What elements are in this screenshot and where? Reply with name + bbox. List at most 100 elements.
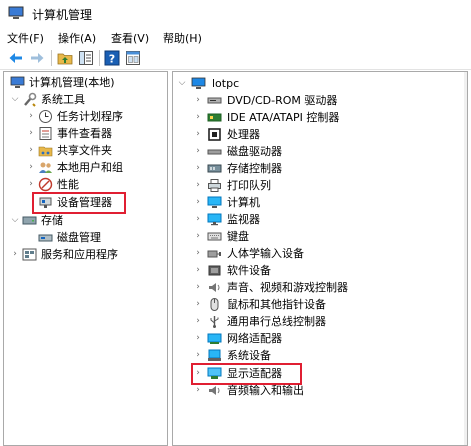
tree-item-root[interactable]: 计算机管理(本地)	[10, 74, 160, 91]
device-category-audio-io[interactable]: › 音频输入和输出	[193, 382, 453, 399]
device-category-label: 键盘	[227, 230, 249, 243]
device-category-label: DVD/CD-ROM 驱动器	[227, 94, 338, 107]
services-icon	[22, 248, 37, 261]
tree-item-label: 服务和应用程序	[41, 248, 118, 261]
expand-chevron-icon[interactable]: ›	[193, 194, 203, 211]
menu-action[interactable]: 操作(A)	[58, 30, 96, 46]
expand-chevron-icon[interactable]: ›	[193, 382, 203, 399]
expand-chevron-icon[interactable]: ›	[193, 109, 203, 126]
help-icon[interactable]: ?	[104, 50, 120, 66]
menu-view[interactable]: 查看(V)	[111, 30, 149, 46]
expand-chevron-icon[interactable]: ›	[193, 296, 203, 313]
device-category-label: 声音、视频和游戏控制器	[227, 281, 348, 294]
device-category-usb[interactable]: › 通用串行总线控制器	[193, 313, 453, 330]
device-category-hid[interactable]: › 人体学输入设备	[193, 245, 453, 262]
printer-icon	[208, 179, 221, 192]
device-tree-root[interactable]: ⌵ lotpc	[177, 75, 447, 92]
tree-item-services-apps[interactable]: › 服务和应用程序	[10, 246, 160, 263]
device-category-network[interactable]: › 网络适配器	[193, 330, 453, 347]
expand-chevron-icon[interactable]: ›	[193, 245, 203, 262]
tree-item-local-users[interactable]: › 本地用户和组	[26, 159, 166, 176]
device-category-dvd[interactable]: › DVD/CD-ROM 驱动器	[193, 92, 453, 109]
speaker-icon	[209, 283, 220, 292]
expand-chevron-icon[interactable]: ›	[193, 126, 203, 143]
device-category-print-queues[interactable]: › 打印队列	[193, 177, 453, 194]
device-category-label: 鼠标和其他指针设备	[227, 298, 326, 311]
tree-item-label: 共享文件夹	[57, 144, 112, 157]
toolbar-separator	[99, 50, 100, 66]
expand-chevron-icon[interactable]: ›	[193, 313, 203, 330]
device-category-processor[interactable]: › 处理器	[193, 126, 453, 143]
tree-item-performance[interactable]: › 性能	[26, 176, 166, 193]
tools-icon	[24, 92, 37, 107]
expand-chevron-icon[interactable]: ›	[193, 92, 203, 109]
device-category-label: 系统设备	[227, 349, 271, 362]
expand-chevron-icon[interactable]: ›	[193, 160, 203, 177]
expand-chevron-icon[interactable]: ›	[193, 262, 203, 279]
tree-item-label: 存储	[41, 214, 63, 227]
software-device-icon	[208, 265, 221, 276]
expand-chevron-icon[interactable]: ›	[193, 347, 203, 364]
device-category-disk-drives[interactable]: › 磁盘驱动器	[193, 143, 453, 160]
mouse-icon	[210, 298, 219, 311]
title-bar: 计算机管理	[0, 0, 471, 27]
computer-management-icon	[10, 76, 25, 88]
computer-name: lotpc	[212, 77, 240, 90]
computer-management-icon	[8, 6, 24, 19]
tree-item-storage[interactable]: ⌵ 存储	[10, 212, 160, 229]
expand-chevron-icon[interactable]: ›	[193, 211, 203, 228]
up-folder-icon[interactable]	[57, 50, 73, 66]
ide-controller-icon	[207, 113, 222, 122]
console-tree-pane[interactable]: 计算机管理(本地) ⌵ 系统工具 › 任务计划程序 › 事件查看器 › 共享文件…	[3, 71, 168, 446]
device-category-software-devices[interactable]: › 软件设备	[193, 262, 453, 279]
users-icon	[39, 162, 52, 173]
keyboard-icon	[207, 232, 222, 241]
tree-item-event-viewer[interactable]: › 事件查看器	[26, 125, 166, 142]
expand-chevron-icon[interactable]: ›	[26, 142, 36, 159]
expand-chevron-icon[interactable]: ›	[26, 108, 36, 125]
event-viewer-icon	[39, 127, 52, 140]
menu-file[interactable]: 文件(F)	[7, 30, 44, 46]
device-category-sound[interactable]: › 声音、视频和游戏控制器	[193, 279, 453, 296]
device-tree-pane[interactable]: ⌵ lotpc › DVD/CD-ROM 驱动器 › IDE ATA/ATAPI…	[172, 71, 468, 446]
device-category-storage-controllers[interactable]: › 存储控制器	[193, 160, 453, 177]
collapse-chevron-icon[interactable]: ⌵	[177, 75, 187, 92]
monitor-icon	[207, 213, 222, 226]
menu-help[interactable]: 帮助(H)	[163, 30, 202, 46]
expand-chevron-icon[interactable]: ›	[193, 279, 203, 296]
device-category-mice[interactable]: › 鼠标和其他指针设备	[193, 296, 453, 313]
expand-chevron-icon[interactable]: ›	[193, 143, 203, 160]
device-category-system[interactable]: › 系统设备	[193, 347, 453, 364]
properties-pane-icon[interactable]	[125, 50, 141, 66]
vertical-scrollbar[interactable]	[464, 72, 467, 445]
device-category-monitors[interactable]: › 监视器	[193, 211, 453, 228]
expand-chevron-icon[interactable]: ›	[193, 177, 203, 194]
expand-chevron-icon[interactable]: ›	[10, 246, 20, 263]
device-category-label: 处理器	[227, 128, 260, 141]
device-category-label: 监视器	[227, 213, 260, 226]
device-category-keyboards[interactable]: › 键盘	[193, 228, 453, 245]
expand-chevron-icon[interactable]: ›	[26, 125, 36, 142]
tree-item-task-scheduler[interactable]: › 任务计划程序	[26, 108, 166, 125]
clock-icon	[39, 110, 52, 123]
tree-item-system-tools[interactable]: ⌵ 系统工具	[10, 91, 160, 108]
expand-chevron-icon[interactable]: ›	[193, 330, 203, 347]
forward-arrow-icon[interactable]	[29, 50, 45, 66]
device-category-label: 存储控制器	[227, 162, 282, 175]
device-category-label: 人体学输入设备	[227, 247, 304, 260]
device-category-label: 打印队列	[227, 179, 271, 192]
expand-chevron-icon[interactable]: ›	[193, 228, 203, 245]
back-arrow-icon[interactable]	[8, 50, 24, 66]
device-category-computer[interactable]: › 计算机	[193, 194, 453, 211]
tree-item-shared-folders[interactable]: › 共享文件夹	[26, 142, 166, 159]
device-category-ide[interactable]: › IDE ATA/ATAPI 控制器	[193, 109, 453, 126]
device-manager-highlight-box	[32, 192, 126, 214]
tree-item-disk-management[interactable]: 磁盘管理	[26, 229, 166, 246]
collapse-chevron-icon[interactable]: ⌵	[10, 91, 20, 108]
expand-chevron-icon[interactable]: ›	[26, 176, 36, 193]
expand-chevron-icon[interactable]: ›	[26, 159, 36, 176]
device-category-label: 磁盘驱动器	[227, 145, 282, 158]
collapse-chevron-icon[interactable]: ⌵	[10, 212, 20, 229]
show-hide-tree-icon[interactable]	[78, 50, 94, 66]
computer-icon	[207, 196, 222, 208]
